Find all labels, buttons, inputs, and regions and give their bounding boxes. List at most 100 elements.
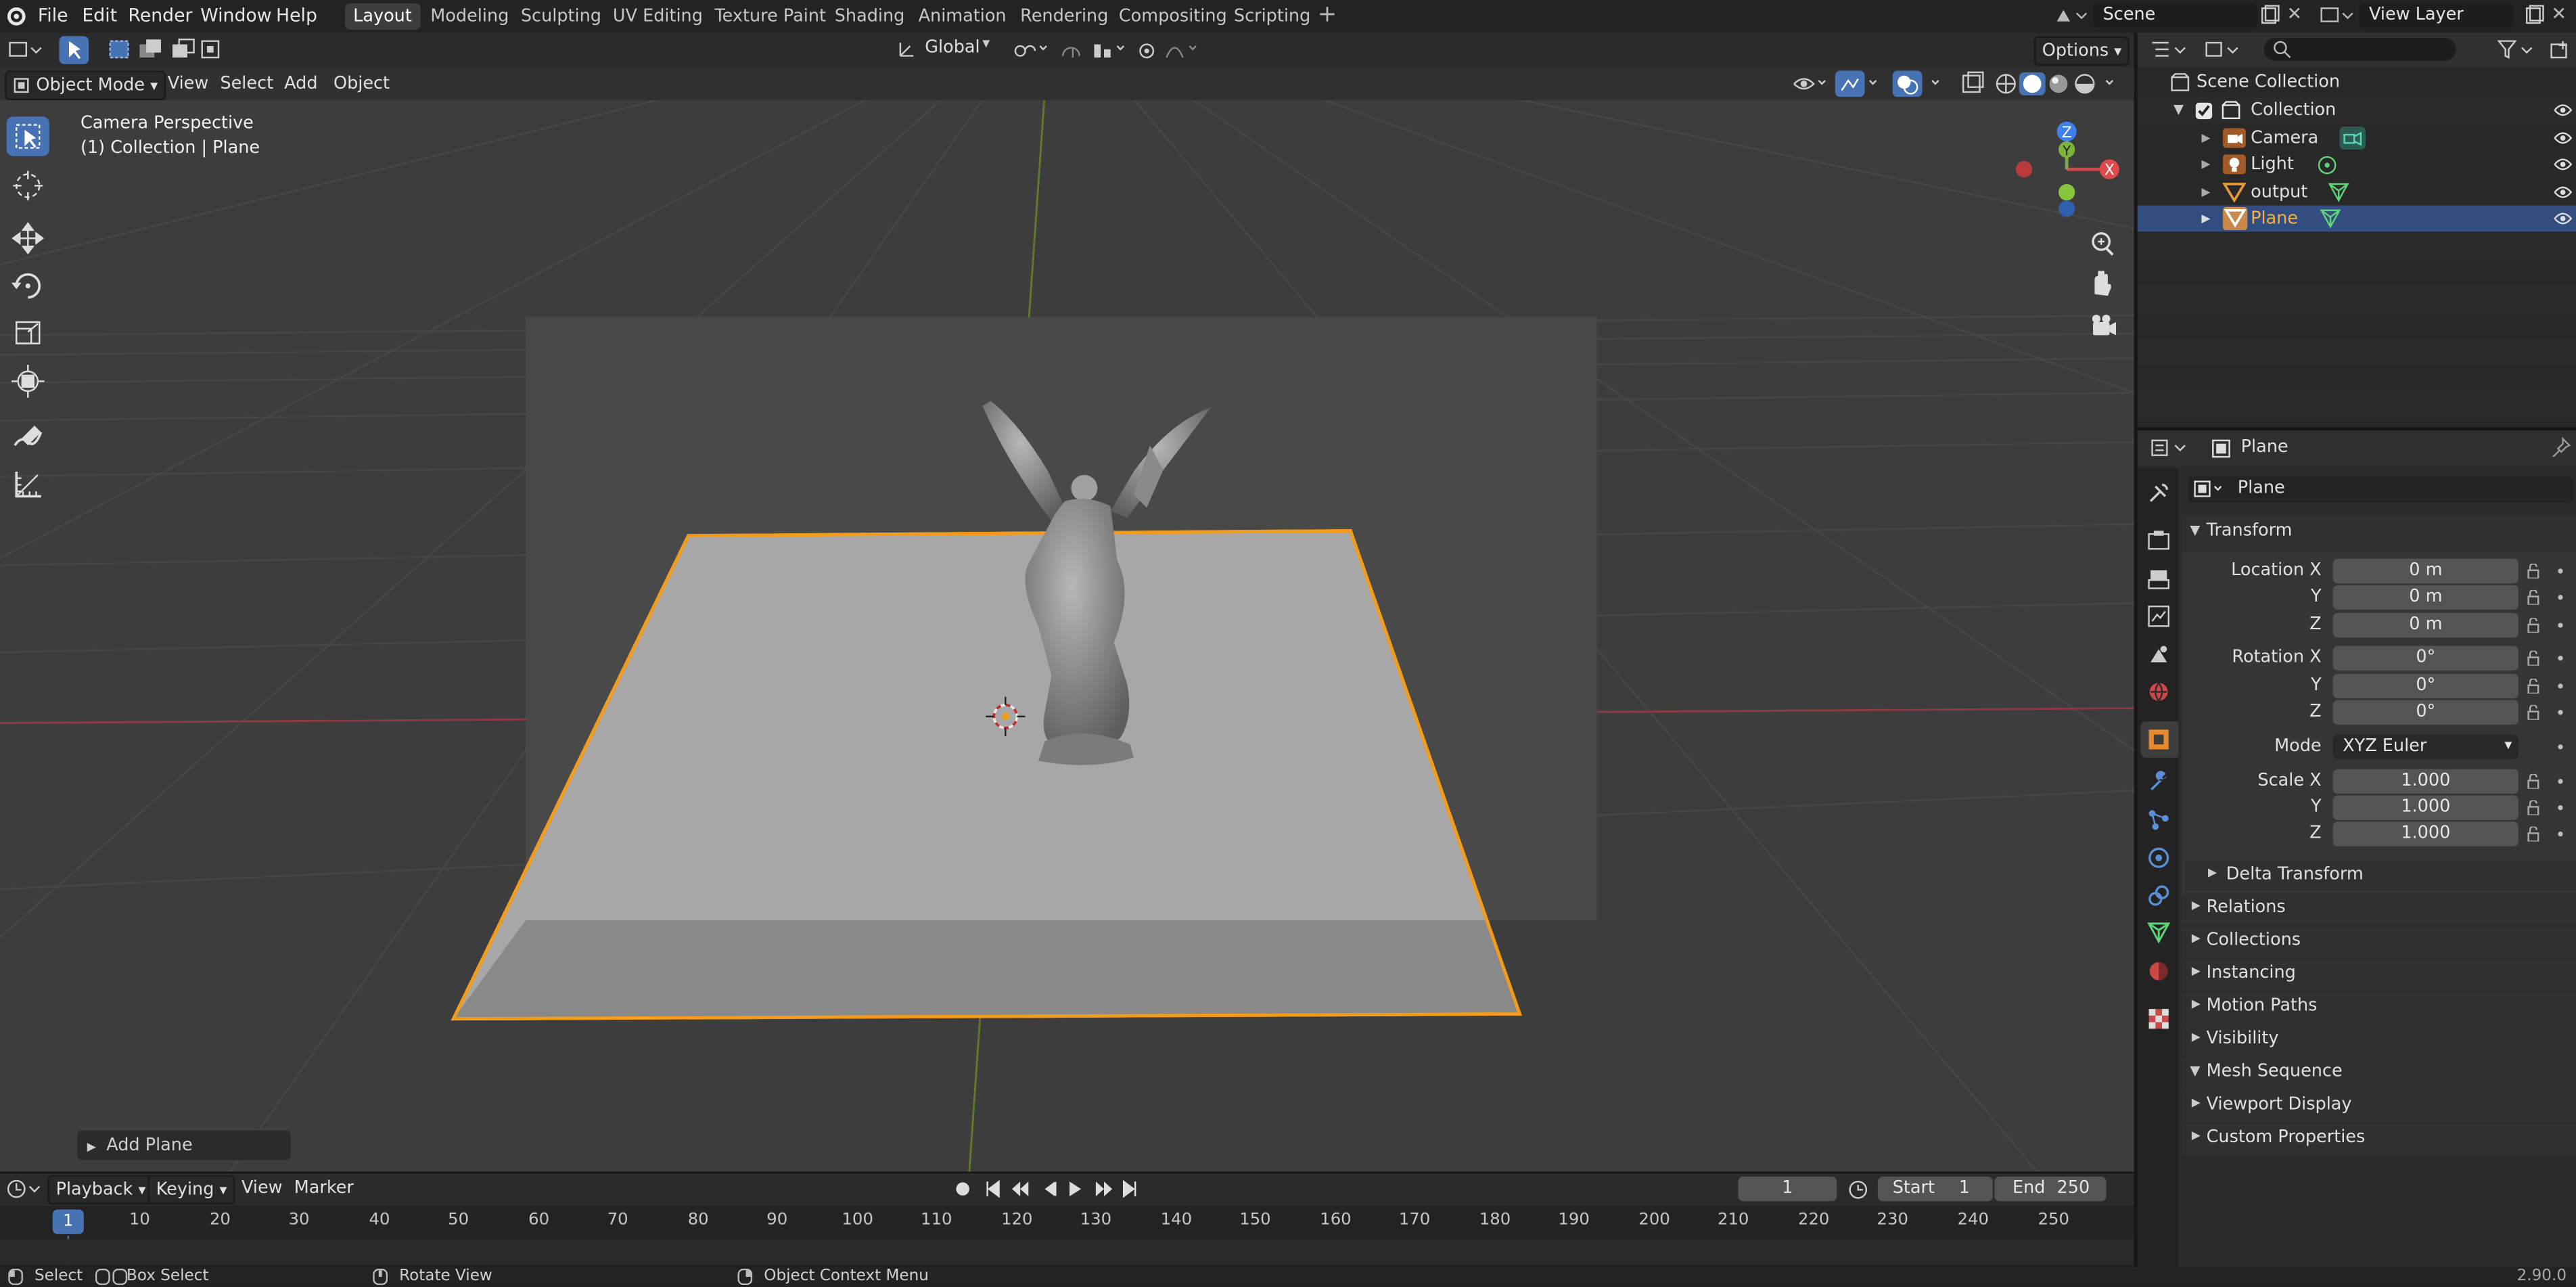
keyframe-dot-icon[interactable] [2558,656,2563,661]
scale-z-field[interactable]: 1.000 [2332,821,2519,846]
lock-icon[interactable] [2527,800,2542,815]
filter-icon[interactable] [2497,39,2536,61]
cursor-tool-icon[interactable] [7,166,49,205]
lock-icon[interactable] [2527,704,2542,720]
outliner-item-output[interactable]: ▶ output [2138,179,2576,206]
material-tab-icon[interactable] [2147,959,2170,983]
panel-motion-paths[interactable]: ▶ Motion Paths [2182,992,2576,1024]
menu-add[interactable]: Add [277,70,324,97]
measure-tool-icon[interactable] [7,465,49,504]
scene-selector-icon[interactable] [2054,5,2090,26]
collection-checkbox[interactable] [2195,102,2213,120]
blender-logo-icon[interactable] [5,5,26,26]
options-dropdown[interactable]: Options ▾ [2033,36,2130,66]
keyframe-dot-icon[interactable] [2558,683,2563,689]
menu-edit[interactable]: Edit [82,5,117,26]
outliner-editor-icon[interactable] [2150,39,2190,61]
keyframe-dot-icon[interactable] [2558,623,2563,628]
render-tab-icon[interactable] [2147,529,2170,552]
move-tool-icon[interactable] [7,219,49,258]
lock-icon[interactable] [2527,679,2542,694]
tab-sculpting[interactable]: Sculpting [513,3,610,30]
orientation-chevron-icon[interactable]: ▾ [982,36,990,52]
expand-arrow-icon[interactable]: ▶ [2201,206,2210,232]
mesh-data-icon[interactable] [2320,208,2341,230]
playhead-frame[interactable]: 1 [52,1209,84,1234]
outliner-search-input[interactable] [2263,37,2456,61]
scene-tab-icon[interactable] [2147,643,2170,666]
data-tab-icon[interactable] [2147,922,2171,945]
tab-texture-paint[interactable]: Texture Paint [706,3,834,30]
keyframe-dot-icon[interactable] [2558,831,2563,837]
viewport-shading-controls[interactable] [1787,70,2124,97]
eye-icon[interactable] [2553,184,2573,200]
scale-x-field[interactable]: 1.000 [2332,769,2519,794]
preview-range-clock-icon[interactable] [1847,1178,1870,1201]
lock-icon[interactable] [2527,618,2542,633]
playback-controls[interactable] [950,1177,1147,1201]
eye-icon[interactable] [2553,102,2573,118]
timeline-body[interactable] [0,1239,2134,1266]
outliner-collection-row[interactable]: ▼ Collection [2137,97,2576,124]
area-separator[interactable] [0,1171,2134,1174]
tool-tab-icon[interactable] [2147,482,2170,505]
delete-scene-icon[interactable]: ✕ [2287,3,2302,25]
transform-panel-header[interactable]: ▼ Transform [2182,516,2576,553]
lock-icon[interactable] [2527,773,2542,789]
object-tab-active[interactable] [2140,721,2179,758]
physics-tab-icon[interactable] [2147,846,2170,870]
panel-custom-properties[interactable]: ▶ Custom Properties [2182,1124,2576,1156]
select-tool[interactable] [6,116,49,156]
lock-icon[interactable] [2527,826,2542,842]
properties-editor-icon[interactable] [2150,437,2190,459]
keyframe-dot-icon[interactable] [2558,710,2563,715]
world-tab-icon[interactable] [2147,680,2170,703]
particles-tab-icon[interactable] [2147,809,2170,832]
outliner-scene-collection[interactable]: Scene Collection [2138,69,2576,95]
eye-icon[interactable] [2553,156,2573,173]
scale-tool-icon[interactable] [7,314,49,353]
orientation-label[interactable]: Global [925,38,980,58]
new-collection-icon[interactable] [2550,39,2571,61]
menu-select[interactable]: Select [214,70,280,97]
scale-y-field[interactable]: 1.000 [2332,795,2519,820]
tab-uv-editing[interactable]: UV Editing [605,3,711,30]
location-x-field[interactable]: 0 m [2332,558,2519,584]
lock-icon[interactable] [2527,589,2542,605]
light-data-icon[interactable] [2316,154,2338,176]
delta-transform-subpanel[interactable]: ▶ Delta Transform [2185,861,2576,891]
menu-window[interactable]: Window [200,5,271,26]
lock-icon[interactable] [2527,564,2542,579]
panel-visibility[interactable]: ▶ Visibility [2182,1025,2576,1057]
tab-layout[interactable]: Layout [345,3,421,30]
texture-tab-icon[interactable] [2147,1008,2170,1031]
timeline-menu-marker[interactable]: Marker [288,1175,361,1201]
keyframe-dot-icon[interactable] [2558,568,2563,574]
rotation-x-field[interactable]: 0° [2332,646,2519,671]
select-box-tool-button[interactable] [59,36,89,64]
rotation-z-field[interactable]: 0° [2332,700,2519,725]
view-layer-icon[interactable] [2320,5,2355,26]
location-z-field[interactable]: 0 m [2332,612,2519,638]
menu-help[interactable]: Help [276,5,317,26]
viewport-scene[interactable]: X Z Y [0,100,2134,1172]
menu-file[interactable]: File [38,5,68,26]
panel-mesh-sequence[interactable]: ▼ Mesh Sequence [2182,1058,2576,1090]
snapping-proportional-controls[interactable] [1011,38,1205,62]
output-tab-icon[interactable] [2147,567,2170,590]
current-frame-field[interactable]: 1 [1738,1176,1837,1202]
new-scene-icon[interactable] [2259,5,2280,26]
tab-rendering[interactable]: Rendering [1012,3,1117,30]
add-workspace-icon[interactable]: + [1318,1,1337,28]
timeline-menu-view[interactable]: View [235,1175,289,1201]
tab-scripting[interactable]: Scripting [1226,3,1319,30]
keying-dropdown[interactable]: Keying ▾ [147,1175,235,1205]
lock-icon[interactable] [2527,650,2542,666]
eye-icon[interactable] [2553,130,2573,146]
eye-icon[interactable] [2553,210,2573,227]
editor-type-icon[interactable] [8,38,44,61]
camera-data-icon[interactable] [2339,127,2366,150]
pin-icon[interactable] [2552,437,2571,457]
modifiers-tab-icon[interactable] [2147,771,2170,794]
menu-object[interactable]: Object [327,70,396,97]
